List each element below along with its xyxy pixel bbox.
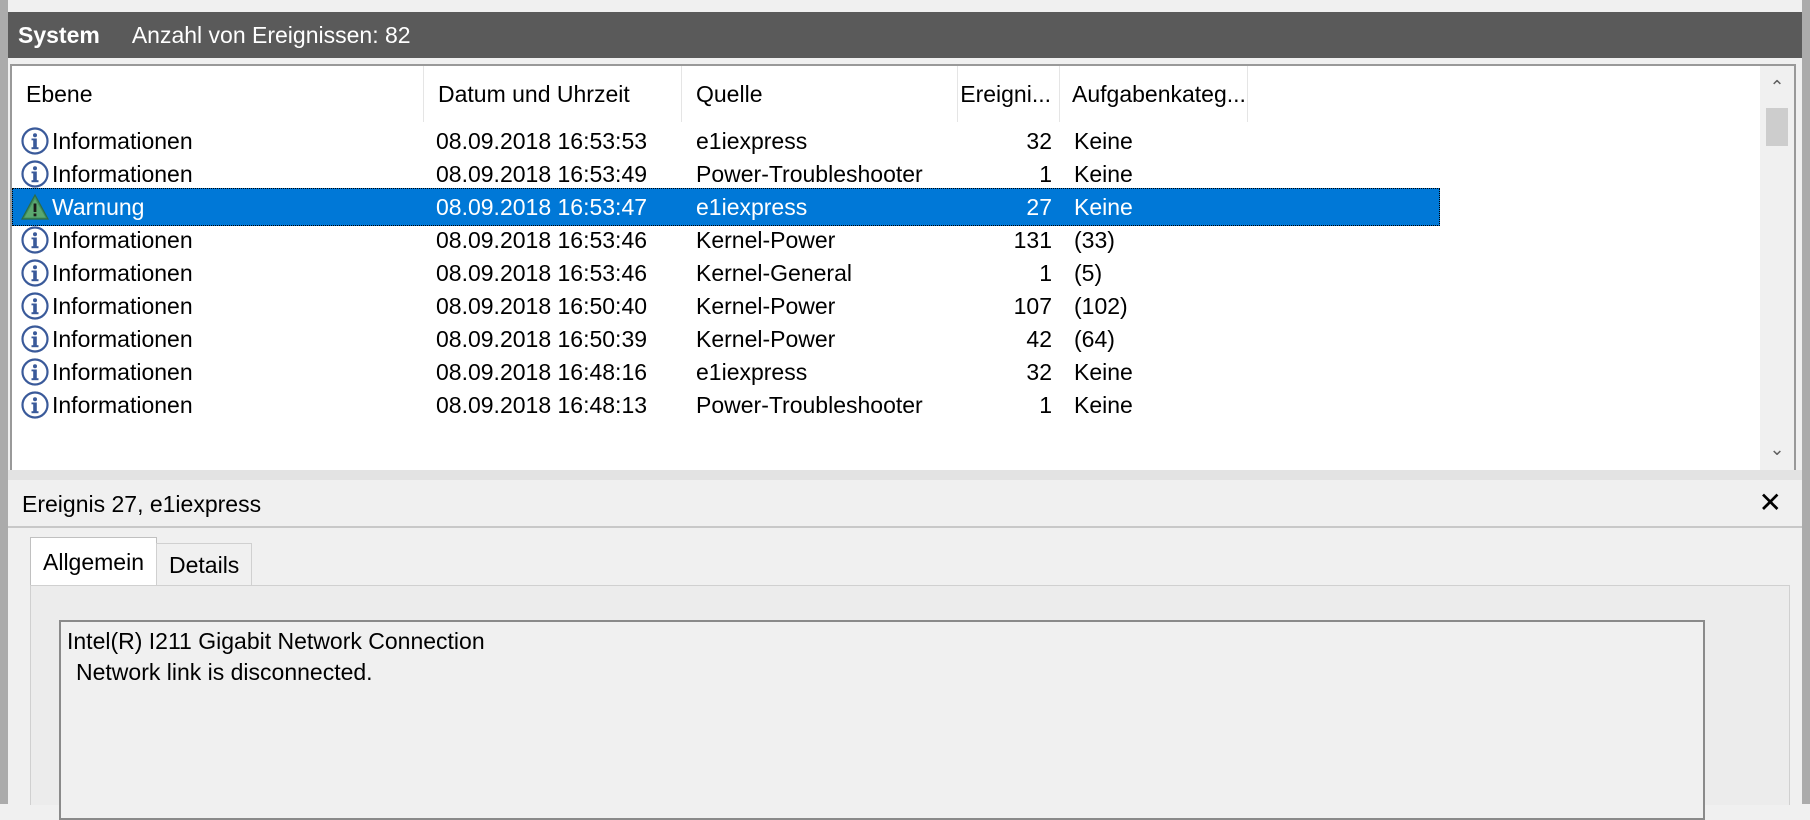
column-header-level[interactable]: Ebene (12, 66, 424, 122)
cell-level-text: Informationen (52, 259, 193, 286)
window-frame-right (1802, 0, 1810, 804)
window-frame-left (0, 0, 8, 804)
table-row[interactable]: Informationen 08.09.2018 16:48:13 Power-Tr… (12, 386, 1440, 424)
cell-level-text: Informationen (52, 358, 193, 385)
column-header-category[interactable]: Aufgabenkateg... (1060, 66, 1248, 122)
event-list[interactable]: Ebene Datum und Uhrzeit Quelle Ereigni..… (10, 64, 1796, 472)
message-line-2: Network link is disconnected. (76, 659, 373, 685)
column-header-level-label: Ebene (26, 80, 93, 107)
close-icon[interactable]: ✕ (1759, 486, 1782, 519)
chevron-up-icon[interactable]: ⌃ (1760, 70, 1794, 104)
cell-datetime: 08.09.2018 16:48:13 (436, 391, 648, 418)
column-header-datetime-label: Datum und Uhrzeit (438, 80, 630, 107)
vertical-scrollbar[interactable]: ⌃ ⌄ (1760, 66, 1794, 470)
info-icon (12, 390, 52, 420)
scroll-thumb[interactable] (1766, 108, 1788, 146)
info-icon (12, 357, 52, 387)
cell-level-text: Informationen (52, 226, 193, 253)
column-header-source[interactable]: Quelle (682, 66, 958, 122)
info-icon (12, 291, 52, 321)
cell-level-text: Informationen (52, 325, 193, 352)
cell-level: Informationen (12, 386, 193, 424)
info-icon (12, 159, 52, 189)
detail-tabs: Allgemein Details (30, 537, 253, 586)
column-header-datetime[interactable]: Datum und Uhrzeit (424, 66, 682, 122)
cell-category: Keine (1074, 391, 1133, 418)
info-icon (12, 258, 52, 288)
info-icon (12, 324, 52, 354)
column-header-source-label: Quelle (696, 80, 763, 107)
cell-level-text: Informationen (52, 127, 193, 154)
column-header-event-id[interactable]: Ereigni... (958, 66, 1060, 122)
event-count: Anzahl von Ereignissen: 82 (131, 21, 411, 48)
cell-level-text: Informationen (52, 160, 193, 187)
tab-allgemein-label: Allgemein (43, 548, 144, 575)
info-icon (12, 126, 52, 156)
tab-allgemein[interactable]: Allgemein (30, 537, 157, 586)
cell-event-id: 1 (1039, 391, 1052, 418)
pane-splitter[interactable] (8, 470, 1802, 480)
cell-level-text: Informationen (52, 292, 193, 319)
column-header-row: Ebene Datum und Uhrzeit Quelle Ereigni..… (12, 66, 1440, 122)
column-header-category-label: Aufgabenkateg... (1072, 80, 1246, 107)
detail-header: Ereignis 27, e1iexpress ✕ (8, 482, 1802, 528)
log-title: System (18, 21, 100, 48)
column-header-event-id-label: Ereigni... (960, 80, 1051, 107)
cell-level-text: Informationen (52, 391, 193, 418)
cell-source: Power-Troubleshooter (696, 391, 923, 418)
tab-panel-allgemein: Intel(R) I211 Gigabit Network Connection… (30, 585, 1790, 820)
chevron-down-icon[interactable]: ⌄ (1760, 432, 1794, 466)
cell-level-text: Warnung (52, 193, 145, 220)
warning-icon (12, 192, 52, 222)
detail-title: Ereignis 27, e1iexpress (22, 490, 262, 517)
tab-details-label: Details (169, 551, 240, 578)
message-line-1: Intel(R) I211 Gigabit Network Connection (67, 628, 485, 654)
log-header: System Anzahl von Ereignissen: 82 (8, 12, 1802, 58)
info-icon (12, 225, 52, 255)
tab-details[interactable]: Details (156, 543, 253, 586)
event-message[interactable]: Intel(R) I211 Gigabit Network Connection… (59, 620, 1705, 820)
